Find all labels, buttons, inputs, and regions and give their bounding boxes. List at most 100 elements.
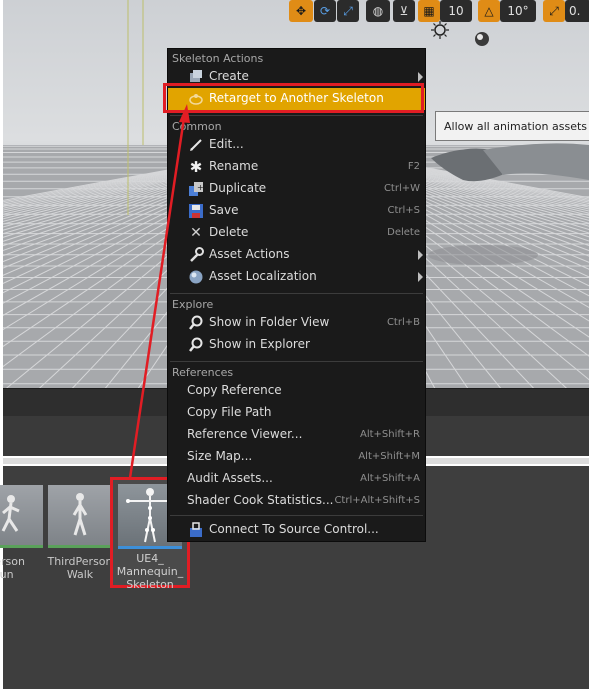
menu-item-edit[interactable]: Edit... [168,134,425,156]
menu-separator [170,361,423,362]
asset-label-line1: dPerson [0,555,25,568]
menu-item-size-map[interactable]: Size Map... Alt+Shift+M [168,446,425,468]
menu-item-label: Reference Viewer... [187,427,303,441]
running-figure-icon [1,495,20,532]
sky-sphere-icon[interactable] [473,30,491,48]
asset-thumbnail [48,485,112,548]
menu-item-label: Asset Actions [209,247,290,261]
menu-item-audit-assets[interactable]: Audit Assets... Alt+Shift+A [168,468,425,490]
menu-item-rename[interactable]: ✱ Rename F2 [168,156,425,178]
screenshot-stage: ✥ ⟳ ⤢ ◍ ⊻ ▦ 10 △ 10° ⤢ 0. Allow all anim… [0,0,589,689]
grid-snap-value[interactable]: 10 [440,0,472,22]
scale-tool-button[interactable]: ⤢ [337,0,359,22]
section-header-explore: Explore [172,298,214,311]
menu-item-shortcut: Alt+Shift+M [358,451,420,462]
rotate-tool-button[interactable]: ⟳ [314,0,336,22]
wrench-icon [188,247,204,263]
grid-snap-value-text: 10 [448,4,464,18]
menu-item-label: Create [209,69,249,83]
asset-label-line3: Skeleton [126,578,174,591]
grid-snap-toggle[interactable]: ▦ [418,0,440,22]
menu-item-shader-cook-statistics[interactable]: Shader Cook Statistics... Ctrl+Alt+Shift… [168,490,425,512]
scale-snap-value-text: 0. [569,4,581,18]
translate-tool-button[interactable]: ✥ [289,0,313,22]
menu-item-shortcut: F2 [407,161,420,172]
scale-icon: ⤢ [343,3,353,18]
menu-item-shortcut: Alt+Shift+R [360,429,420,440]
menu-item-label: Audit Assets... [187,471,273,485]
asset-tile-run[interactable]: dPerson Run [0,485,43,585]
asset-label: dPerson Run [0,555,43,581]
rotation-snap-toggle[interactable]: △ [478,0,500,22]
retarget-tooltip: Allow all animation assets for [435,111,589,141]
menu-item-label: Copy Reference [187,383,282,397]
duplicate-icon: + [188,181,204,197]
menu-item-label: Show in Folder View [209,315,330,329]
rotate-icon: ⟳ [319,4,331,18]
mannequin-character[interactable] [423,140,589,280]
menu-item-label: Size Map... [187,449,253,463]
menu-item-delete[interactable]: ✕ Delete Delete [168,222,425,244]
menu-item-show-in-explorer[interactable]: Show in Explorer [168,334,425,356]
menu-item-duplicate[interactable]: + Duplicate Ctrl+W [168,178,425,200]
menu-item-label: Duplicate [209,181,267,195]
asset-context-menu: Skeleton Actions Create Retarget to Anot… [167,48,426,542]
menu-separator [170,293,423,294]
menu-item-asset-actions[interactable]: Asset Actions [168,244,425,266]
asset-label-line1: ThirdPerson [47,555,113,568]
asset-label-line2: Run [0,568,14,581]
menu-item-copy-reference[interactable]: Copy Reference [168,380,425,402]
menu-item-label: Show in Explorer [209,337,310,351]
world-local-toggle[interactable]: ◍ [366,0,390,22]
asset-label-line2: Walk [66,568,94,581]
menu-item-label: Save [209,203,239,217]
asset-tile-walk[interactable]: ThirdPerson Walk [47,485,113,585]
menu-item-label: Asset Localization [209,269,317,283]
submenu-arrow-icon [418,72,423,82]
asset-thumbnail [0,485,43,548]
surface-snap-icon: ⊻ [399,4,409,18]
section-header-skeleton-actions: Skeleton Actions [172,52,264,65]
asset-label: UE4_ Mannequin_ Skeleton [113,552,187,591]
menu-item-copy-file-path[interactable]: Copy File Path [168,402,425,424]
menu-item-show-in-folder-view[interactable]: Show in Folder View Ctrl+B [168,312,425,334]
menu-item-label: Shader Cook Statistics... [187,493,334,507]
svg-text:+: + [197,183,204,192]
delete-icon: ✕ [190,225,202,241]
menu-item-asset-localization[interactable]: Asset Localization [168,266,425,288]
menu-item-shortcut: Ctrl+S [387,205,420,216]
globe-icon [188,269,204,285]
menu-item-label: Edit... [209,137,244,151]
asset-label: ThirdPerson Walk [40,555,120,581]
asset-label-line1: UE4_ [136,552,164,565]
submenu-arrow-icon [418,250,423,260]
walking-figure-icon [72,493,88,536]
angle-icon: △ [484,4,494,18]
menu-item-shortcut: Ctrl+B [386,317,420,328]
edit-icon [188,137,204,153]
asset-label-line2: Mannequin_ [116,565,184,578]
rotation-snap-value[interactable]: 10° [500,0,536,22]
menu-separator [170,515,423,516]
grid-icon: ▦ [423,4,435,18]
menu-item-shortcut: Delete [387,227,420,238]
menu-item-connect-to-source-control[interactable]: Connect To Source Control... [168,519,425,541]
scale-snap-value[interactable]: 0. [565,0,589,22]
menu-item-shortcut: Ctrl+Alt+Shift+S [334,495,420,506]
section-header-references: References [172,366,234,379]
sun-light-icon[interactable] [430,20,450,40]
section-header-common: Common [172,120,222,133]
magnifier-icon [188,315,204,331]
magnifier-icon [188,337,204,353]
menu-item-shortcut: Alt+Shift+A [360,473,420,484]
menu-item-label: Rename [209,159,259,173]
menu-item-reference-viewer[interactable]: Reference Viewer... Alt+Shift+R [168,424,425,446]
menu-item-shortcut: Ctrl+W [383,183,420,194]
surface-snap-button[interactable]: ⊻ [393,0,415,22]
scale-snap-toggle[interactable]: ⤢ [543,0,565,22]
annotation-highlight-box [163,83,424,113]
menu-separator [170,115,423,116]
menu-item-save[interactable]: Save Ctrl+S [168,200,425,222]
menu-item-label: Delete [209,225,249,239]
submenu-arrow-icon [418,272,423,282]
